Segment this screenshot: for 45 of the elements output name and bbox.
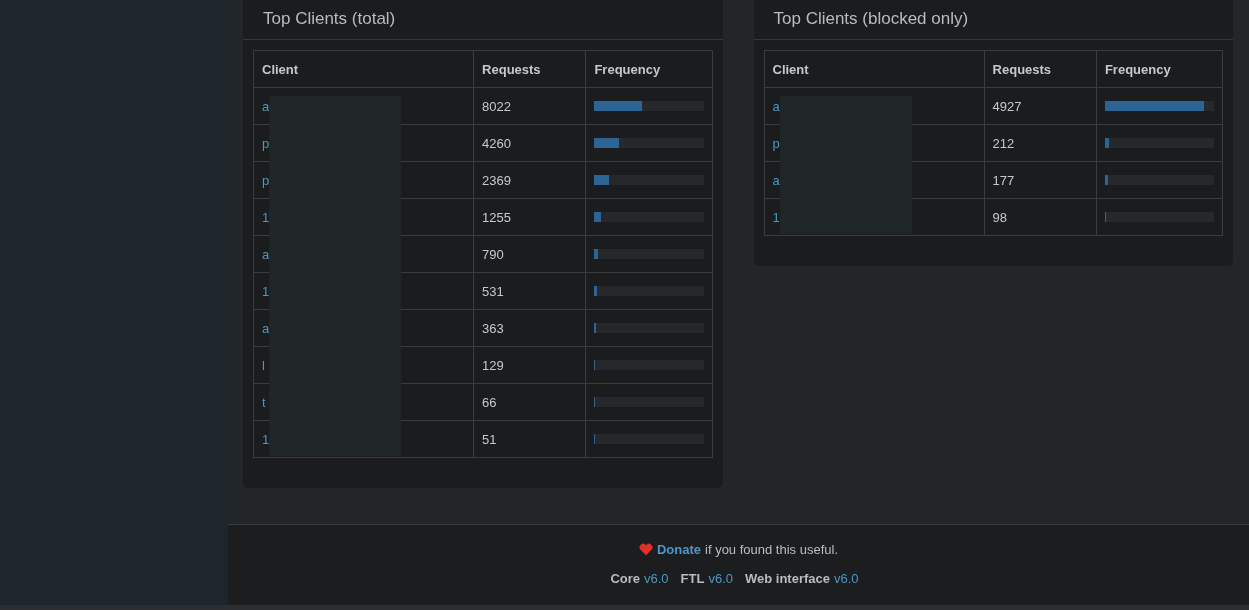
column-header: Requests — [984, 50, 1097, 88]
client-link[interactable]: p — [262, 135, 270, 151]
donate-text: if you found this useful. — [705, 542, 838, 557]
version-number: v6.0 — [834, 571, 859, 586]
column-header: Requests — [473, 50, 586, 88]
client-link[interactable]: a — [772, 98, 780, 114]
request-count: 1255 — [482, 209, 511, 225]
request-count: 4927 — [992, 98, 1022, 114]
column-header: Frequency — [1096, 50, 1223, 88]
request-count: 2369 — [482, 172, 511, 188]
request-count: 129 — [482, 357, 504, 373]
request-count: 66 — [482, 394, 497, 410]
card-title: Top Clients (blocked only) — [773, 9, 970, 29]
request-count: 8022 — [482, 98, 511, 114]
client-link[interactable]: l — [262, 357, 265, 373]
client-link[interactable]: 1 — [772, 209, 780, 225]
client-link[interactable]: 1 — [262, 283, 270, 299]
request-count: 98 — [992, 209, 1008, 225]
client-link[interactable]: p — [772, 135, 780, 151]
column-header: Frequency — [585, 50, 712, 88]
request-count: 51 — [482, 431, 497, 447]
client-link[interactable]: a — [772, 172, 780, 188]
client-link[interactable]: 1 — [262, 209, 270, 225]
version-number: v6.0 — [708, 571, 733, 586]
client-link[interactable]: a — [262, 320, 270, 336]
request-count: 363 — [482, 320, 504, 336]
version-number: v6.0 — [644, 571, 669, 586]
column-header: Client — [253, 50, 474, 88]
request-count: 212 — [992, 135, 1015, 151]
request-count: 790 — [482, 246, 504, 262]
heart-icon — [638, 543, 653, 556]
card-title: Top Clients (total) — [263, 9, 397, 29]
version-label: Web interface — [745, 571, 830, 586]
version-label: Core — [610, 571, 640, 586]
column-header: Client — [764, 50, 985, 88]
version-label: FTL — [680, 571, 705, 586]
client-link[interactable]: 1 — [262, 431, 270, 447]
request-count: 177 — [992, 172, 1015, 188]
client-link[interactable]: t — [262, 394, 266, 410]
request-count: 531 — [482, 283, 504, 299]
request-count: 4260 — [482, 135, 511, 151]
donate-link[interactable]: Donate — [656, 542, 702, 557]
client-link[interactable]: p — [262, 172, 270, 188]
client-link[interactable]: a — [262, 98, 270, 114]
client-link[interactable]: a — [262, 246, 270, 262]
